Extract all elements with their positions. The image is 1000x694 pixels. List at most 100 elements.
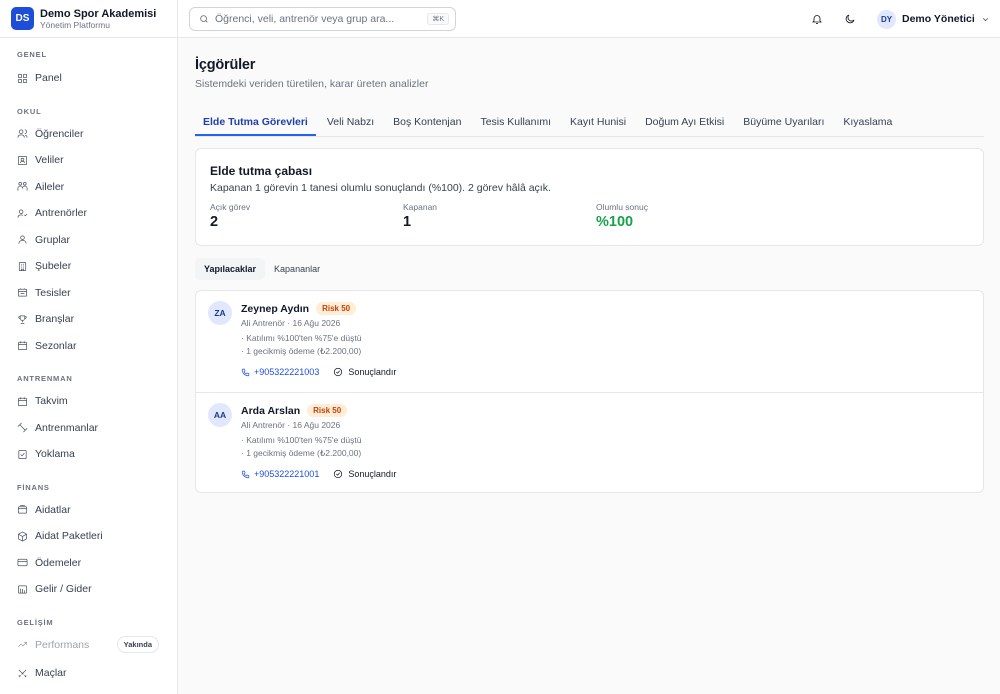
stat-open-tasks: Açık görev 2 (210, 202, 250, 230)
sidebar-item-label: Veliler (35, 154, 64, 167)
resolve-button[interactable]: Sonuçlandır (333, 367, 396, 377)
swords-icon (18, 669, 27, 678)
package-icon (18, 531, 27, 542)
tab-buyume-uyarilari[interactable]: Büyüme Uyarıları (735, 111, 832, 136)
risk-reason: · Katılımı %100'ten %75'e düştü (241, 333, 362, 343)
task-actions: +905322221003 Sonuçlandır (241, 367, 396, 377)
theme-toggle-button[interactable] (844, 12, 858, 26)
sidebar-item-label: Aidatlar (35, 503, 71, 516)
sidebar-item-tesisler[interactable]: Tesisler (0, 280, 177, 307)
list-item[interactable]: ZA Zeynep Aydın Risk 50 Ali Antrenör · 1… (196, 291, 983, 392)
receipt-icon (18, 505, 27, 514)
phone-icon (241, 368, 250, 376)
phone-number: +905322221003 (254, 367, 320, 377)
brand-text: Demo Spor Akademisi Yönetim Platformu (40, 8, 156, 30)
sidebar-item-label: Aileler (35, 180, 65, 193)
sidebar-item-gelir-gider[interactable]: Gelir / Gider (0, 576, 177, 603)
sidebar-item-gruplar[interactable]: Gruplar (0, 227, 177, 254)
sidebar-item-antrenmanlar[interactable]: Antrenmanlar (0, 415, 177, 442)
layout-grid-icon (18, 73, 27, 83)
phone-icon (241, 470, 250, 478)
sidebar-item-label: Maçlar (35, 667, 67, 680)
stat-value: 2 (210, 214, 219, 230)
brand[interactable]: DS Demo Spor Akademisi Yönetim Platformu (0, 0, 177, 38)
sidebar-item-ogrenciler[interactable]: Öğrenciler (0, 121, 177, 148)
search-input[interactable] (215, 13, 430, 25)
search-icon (200, 15, 208, 23)
sidebar-item-aidat-paketleri[interactable]: Aidat Paketleri (0, 523, 177, 550)
user-menu[interactable]: DY Demo Yönetici (877, 9, 990, 29)
sidebar-item-label: Ödemeler (35, 556, 82, 569)
sidebar-item-maclar[interactable]: Maçlar (0, 660, 177, 687)
task-header: Zeynep Aydın Risk 50 (241, 302, 357, 315)
search-box[interactable]: ⌘K (189, 7, 456, 31)
family-icon (17, 182, 28, 191)
stat-value: %100 (596, 214, 634, 230)
student-name[interactable]: Zeynep Aydın (241, 303, 309, 315)
sidebar-item-aileler[interactable]: Aileler (0, 174, 177, 201)
coach-icon (17, 209, 28, 218)
sidebar-item-label: Aidat Paketleri (35, 530, 103, 543)
list-item[interactable]: AA Arda Arslan Risk 50 Ali Antrenör · 16… (196, 392, 983, 492)
tab-elde-tutma-gorevleri[interactable]: Elde Tutma Görevleri (195, 111, 316, 136)
tab-yapilacaklar[interactable]: Yapılacaklar (195, 258, 266, 280)
tab-dogum-ayi-etkisi[interactable]: Doğum Ayı Etkisi (637, 111, 732, 136)
sidebar-item-label: Takvim (35, 395, 68, 408)
tab-tesis-kullanimi[interactable]: Tesis Kullanımı (472, 111, 559, 136)
sidebar-item-subeler[interactable]: Şubeler (0, 253, 177, 280)
student-name[interactable]: Arda Arslan (241, 405, 300, 417)
dumbbell-icon (17, 422, 28, 433)
sidebar-item-yoklama[interactable]: Yoklama (0, 441, 177, 468)
sidebar-item-label: Antrenmanlar (35, 421, 99, 434)
sidebar-item-label: Performans (35, 638, 90, 651)
search-shortcut-hint: ⌘K (427, 13, 449, 25)
sidebar-item-branslar[interactable]: Branşlar (0, 306, 177, 333)
wallet-icon (18, 585, 27, 594)
nav-section-finans: FİNANS (17, 482, 50, 492)
sidebar-item-takvim[interactable]: Takvim (0, 388, 177, 415)
sidebar-item-aidatlar[interactable]: Aidatlar (0, 497, 177, 524)
sidebar-item-antrenorler[interactable]: Antrenörler (0, 200, 177, 227)
stat-label: Açık görev (210, 202, 251, 212)
sidebar-item-panel[interactable]: Panel (0, 65, 177, 92)
stat-label: Olumlu sonuç (596, 202, 648, 212)
summary-description: Kapanan 1 görevin 1 tanesi olumlu sonuçl… (210, 182, 551, 194)
sidebar-item-sezonlar[interactable]: Sezonlar (0, 333, 177, 360)
resolve-label: Sonuçlandır (348, 367, 397, 377)
sidebar: DS Demo Spor Akademisi Yönetim Platformu… (0, 0, 178, 694)
trend-up-icon (18, 642, 27, 648)
stat-label: Kapanan (403, 202, 438, 212)
risk-badge: Risk 50 (316, 302, 357, 315)
chevron-down-icon (982, 17, 988, 21)
nav-section-okul: OKUL (17, 106, 42, 116)
contact-card-icon (18, 155, 27, 165)
tab-bos-kontenjan[interactable]: Boş Kontenjan (385, 111, 469, 136)
user-name: Demo Yönetici (902, 13, 975, 25)
sidebar-item-label: Sezonlar (35, 339, 77, 352)
sidebar-item-label: Gelir / Gider (35, 583, 92, 596)
resolve-button[interactable]: Sonuçlandır (333, 469, 396, 479)
tab-kiyaslama[interactable]: Kıyaslama (835, 111, 900, 136)
nav-section-gelisim: GELİŞİM (17, 617, 54, 627)
sidebar-item-veliler[interactable]: Veliler (0, 147, 177, 174)
stat-positive-outcome: Olumlu sonuç %100 (596, 202, 648, 230)
risk-reasons: · Katılımı %100'ten %75'e düştü · 1 geci… (241, 434, 361, 460)
tab-veli-nabzi[interactable]: Veli Nabzı (319, 111, 382, 136)
call-link[interactable]: +905322221003 (241, 367, 319, 377)
checklist-icon (18, 449, 27, 459)
coming-soon-badge: Yakında (116, 636, 159, 654)
tab-kayit-hunisi[interactable]: Kayıt Hunisi (562, 111, 634, 136)
facility-icon (18, 288, 27, 297)
sidebar-item-label: Branşlar (35, 313, 75, 326)
sidebar-item-label: Antrenörler (35, 207, 87, 220)
sidebar-item-odemeler[interactable]: Ödemeler (0, 550, 177, 577)
avatar: AA (208, 403, 232, 427)
call-link[interactable]: +905322221001 (241, 469, 319, 479)
sidebar-item-performans[interactable]: Performans Yakında (0, 632, 177, 659)
topbar: ⌘K DY Demo Yönetici (178, 0, 1000, 38)
credit-card-icon (17, 559, 28, 567)
building-icon (18, 261, 27, 271)
task-meta: Ali Antrenör · 16 Ağu 2026 (241, 420, 341, 430)
tab-kapananlar[interactable]: Kapananlar (265, 258, 329, 280)
notifications-button[interactable] (811, 12, 825, 26)
